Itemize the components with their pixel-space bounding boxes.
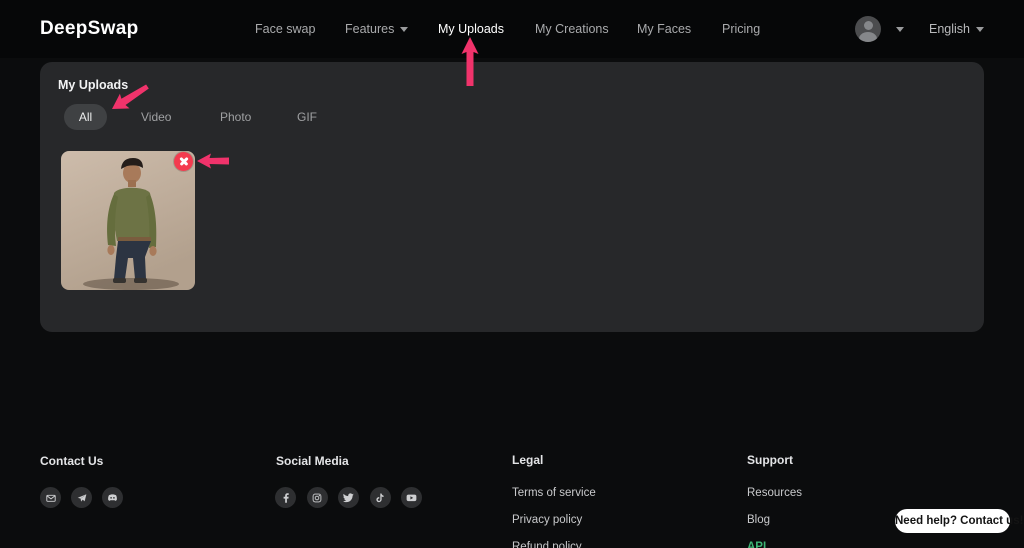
nav-features[interactable]: Features: [345, 22, 408, 36]
nav-my-creations[interactable]: My Creations: [535, 22, 609, 36]
tab-photo[interactable]: Photo: [220, 104, 251, 130]
photo-of-man-against-wall: [61, 151, 195, 290]
nav-my-uploads[interactable]: My Uploads: [438, 22, 504, 36]
link-blog[interactable]: Blog: [747, 514, 770, 526]
footer-legal-heading: Legal: [512, 453, 543, 467]
language-selector[interactable]: English: [929, 22, 984, 36]
chevron-down-icon: [976, 27, 984, 32]
tiktok-icon[interactable]: [370, 487, 391, 508]
footer-social-heading: Social Media: [276, 454, 349, 468]
twitter-icon[interactable]: [338, 487, 359, 508]
nav-pricing[interactable]: Pricing: [722, 22, 760, 36]
discord-icon[interactable]: [102, 487, 123, 508]
footer-contact-heading: Contact Us: [40, 454, 103, 468]
my-uploads-panel: My Uploads All Video Photo GIF: [40, 62, 984, 332]
instagram-icon[interactable]: [307, 487, 328, 508]
tab-video[interactable]: Video: [141, 104, 171, 130]
avatar-icon: [855, 16, 881, 42]
email-icon[interactable]: [40, 487, 61, 508]
tab-all[interactable]: All: [64, 104, 107, 130]
nav-my-faces[interactable]: My Faces: [637, 22, 691, 36]
deepswap-logo[interactable]: DeepSwap: [40, 18, 139, 40]
top-navbar: DeepSwap Face swap Features My Uploads M…: [0, 0, 1024, 58]
youtube-icon[interactable]: [401, 487, 422, 508]
chevron-down-icon: [400, 27, 408, 32]
chevron-down-icon: [896, 27, 904, 32]
link-terms-of-service[interactable]: Terms of service: [512, 487, 596, 499]
nav-face-swap[interactable]: Face swap: [255, 22, 315, 36]
telegram-icon[interactable]: [71, 487, 92, 508]
link-privacy-policy[interactable]: Privacy policy: [512, 514, 582, 526]
footer-support-heading: Support: [747, 453, 793, 467]
need-help-button[interactable]: Need help? Contact us!: [895, 509, 1010, 533]
link-api[interactable]: API: [747, 541, 766, 548]
tab-gif[interactable]: GIF: [297, 104, 317, 130]
account-menu[interactable]: [855, 16, 900, 42]
uploaded-photo-thumbnail[interactable]: [61, 151, 195, 290]
deepswap-page: DeepSwap Face swap Features My Uploads M…: [0, 0, 1024, 548]
panel-title: My Uploads: [58, 78, 128, 92]
link-refund-policy[interactable]: Refund policy: [512, 541, 582, 548]
link-resources[interactable]: Resources: [747, 487, 802, 499]
facebook-icon[interactable]: [275, 487, 296, 508]
delete-upload-button[interactable]: [174, 152, 193, 171]
